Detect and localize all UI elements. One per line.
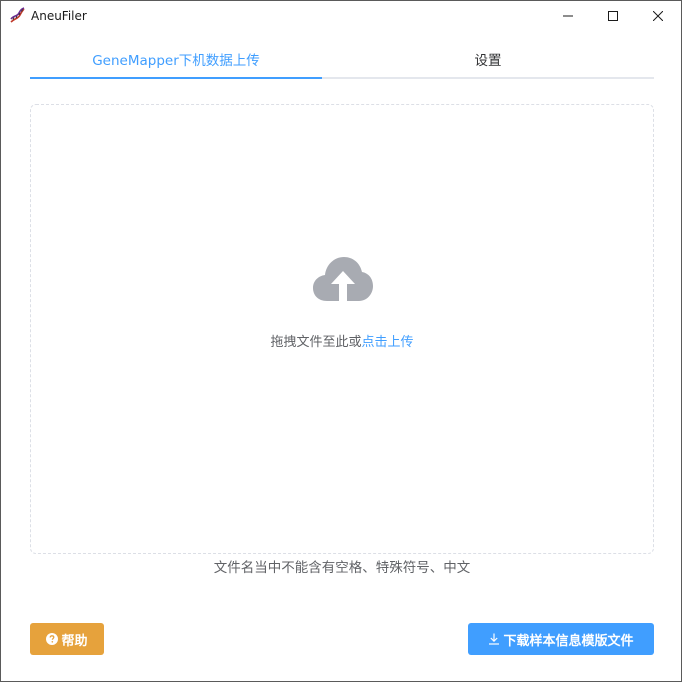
maximize-button[interactable]	[590, 1, 636, 31]
title-bar[interactable]: AneuFiler	[1, 1, 681, 31]
question-circle-icon	[46, 633, 59, 645]
close-button[interactable]	[635, 1, 681, 31]
download-label: 下载样本信息模版文件	[503, 633, 634, 649]
filename-tip: 文件名当中不能含有空格、特殊符号、中文	[213, 560, 471, 576]
window-title: AneuFiler	[31, 9, 87, 23]
maximize-icon	[608, 11, 618, 21]
upload-dropzone[interactable]: 拖拽文件至此或点击上传	[30, 104, 654, 554]
tab-bar: GeneMapper下机数据上传 设置	[30, 45, 654, 80]
upload-prompt-text: 拖拽文件至此或	[270, 335, 362, 350]
tab-genemapper-upload[interactable]: GeneMapper下机数据上传	[30, 45, 322, 78]
upload-prompt: 拖拽文件至此或点击上传	[31, 331, 653, 350]
tab-active-indicator	[30, 77, 322, 79]
app-window: AneuFiler GeneMapper下机数据上传 设置 拖拽文件至此或点击上…	[0, 0, 682, 682]
help-label: 帮助	[61, 633, 88, 649]
close-icon	[653, 11, 663, 21]
cloud-upload-icon	[313, 257, 373, 301]
download-icon	[489, 633, 500, 645]
help-button[interactable]: 帮助	[30, 623, 104, 655]
dna-icon	[10, 7, 25, 23]
download-template-button[interactable]: 下载样本信息模版文件	[468, 623, 654, 655]
minimize-button[interactable]	[545, 1, 591, 31]
minimize-icon	[563, 15, 573, 17]
tab-settings[interactable]: 设置	[322, 45, 654, 78]
click-upload-link[interactable]: 点击上传	[362, 335, 414, 350]
